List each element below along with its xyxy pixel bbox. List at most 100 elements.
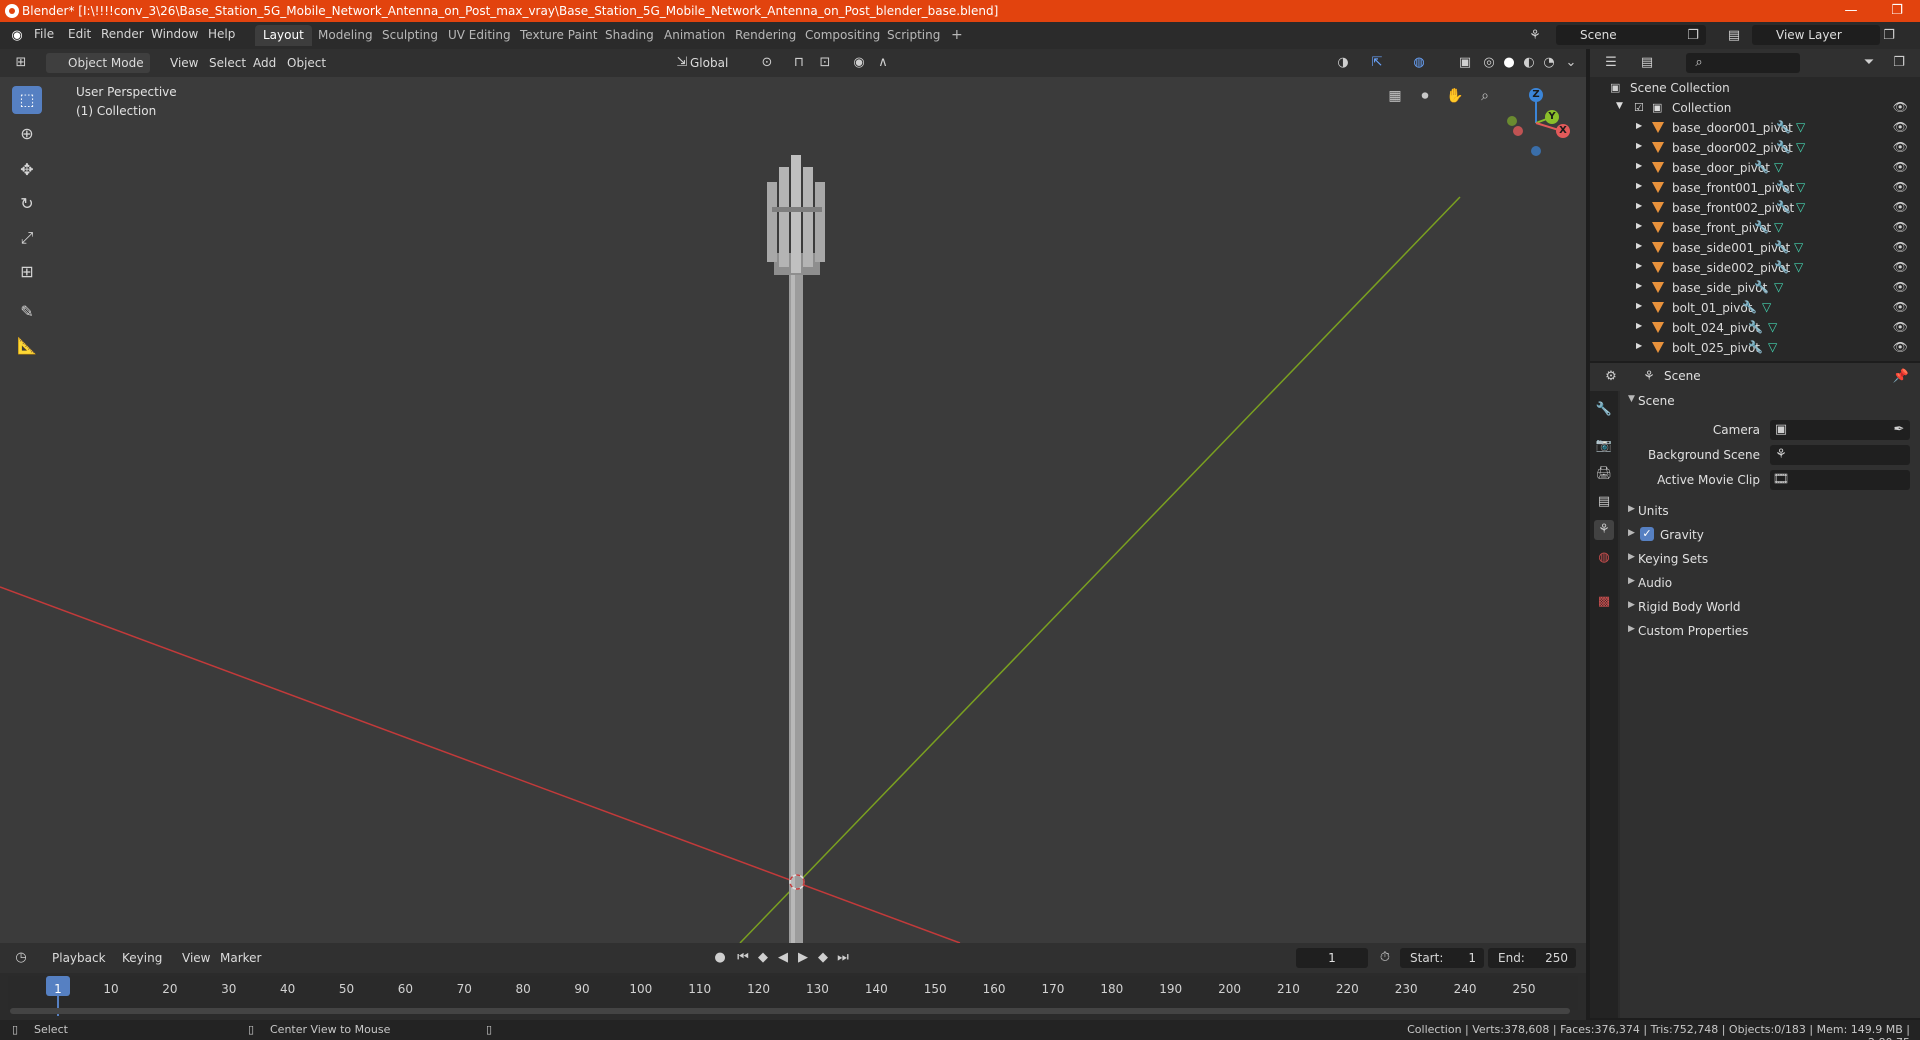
mesh-data-icon[interactable]: ▽ xyxy=(1774,160,1783,174)
eye-icon[interactable]: 👁 xyxy=(1893,180,1908,194)
clock-icon[interactable]: ⏱ xyxy=(1376,949,1394,967)
jump-start-icon[interactable]: ⏮ xyxy=(734,949,752,967)
eye-icon[interactable]: 👁 xyxy=(1893,160,1908,174)
shading-options-icon[interactable]: ⌄ xyxy=(1562,54,1580,72)
outliner-item[interactable]: ▶ base_door001_pivot 🔧 ▽ 👁 xyxy=(1590,118,1920,138)
expand-icon[interactable]: ▶ xyxy=(1636,261,1642,270)
menu-help[interactable]: Help xyxy=(208,27,235,41)
eye-icon[interactable]: 👁 xyxy=(1893,240,1908,254)
maximize-button[interactable]: ❐ xyxy=(1874,0,1920,22)
eye-icon[interactable]: 👁 xyxy=(1893,220,1908,234)
tab-modeling[interactable]: Modeling xyxy=(310,25,381,46)
select-menu[interactable]: Select xyxy=(203,53,252,73)
expand-icon[interactable]: ▶ xyxy=(1636,321,1642,330)
eye-icon[interactable]: 👁 xyxy=(1893,200,1908,214)
eye-icon[interactable]: 👁 xyxy=(1893,300,1908,314)
gravity-checkbox[interactable]: ✓ xyxy=(1640,527,1654,541)
outliner-item[interactable]: ▶ base_door002_pivot 🔧 ▽ 👁 xyxy=(1590,138,1920,158)
gizmo-neg-x[interactable] xyxy=(1513,126,1523,136)
scene-panel-header[interactable]: ▼ Scene xyxy=(1620,390,1920,412)
pin-icon[interactable]: 📌 xyxy=(1892,368,1910,386)
world-tab-icon[interactable]: ◍ xyxy=(1594,548,1614,568)
mesh-data-icon[interactable]: ▽ xyxy=(1794,240,1803,254)
filter-icon[interactable]: ⏷ xyxy=(1860,54,1878,72)
outliner-item[interactable]: ▶ base_side_pivot 🔧 ▽ 👁 xyxy=(1590,278,1920,298)
gizmo-neg-y[interactable] xyxy=(1507,116,1517,126)
eye-icon[interactable]: 👁 xyxy=(1893,340,1908,354)
tab-rendering[interactable]: Rendering xyxy=(727,25,804,46)
zoom-view-icon[interactable]: ⌕ xyxy=(1472,83,1498,109)
view-menu[interactable]: View xyxy=(164,53,204,73)
output-tab-icon[interactable]: 🖨 xyxy=(1594,464,1614,484)
rigid-body-world-panel[interactable]: ▶ Rigid Body World xyxy=(1620,596,1920,618)
marker-menu[interactable]: Marker xyxy=(214,948,267,968)
tab-texture-paint[interactable]: Texture Paint xyxy=(512,25,605,46)
minimize-button[interactable]: — xyxy=(1828,0,1874,22)
overlay-icon[interactable]: ◍ xyxy=(1410,54,1428,72)
move-tool-icon[interactable]: ✥ xyxy=(12,156,42,184)
expand-icon[interactable]: ▶ xyxy=(1636,161,1642,170)
modifier-icon[interactable]: 🔧 xyxy=(1754,220,1769,234)
mesh-data-icon[interactable]: ▽ xyxy=(1762,300,1771,314)
gizmo-neg-z[interactable] xyxy=(1531,146,1541,156)
timeline-editor-type-icon[interactable]: ◷ xyxy=(12,949,30,967)
background-scene-field[interactable] xyxy=(1770,445,1910,465)
outliner-item[interactable]: ▶ base_side002_pivot 🔧 ▽ 👁 xyxy=(1590,258,1920,278)
measure-tool-icon[interactable]: 📐 xyxy=(12,332,42,360)
cursor-tool-icon[interactable]: ⊕ xyxy=(12,120,42,148)
camera-view-icon[interactable]: ⏺ xyxy=(1412,83,1438,109)
timeline-scrollbar[interactable] xyxy=(10,1008,1570,1014)
expand-icon[interactable]: ▶ xyxy=(1636,181,1642,190)
outliner-item[interactable]: ▶ base_side001_pivot 🔧 ▽ 👁 xyxy=(1590,238,1920,258)
scale-tool-icon[interactable]: ⤢ xyxy=(12,224,42,252)
object-menu[interactable]: Object xyxy=(281,53,332,73)
modifier-icon[interactable]: 🔧 xyxy=(1754,280,1769,294)
tab-shading[interactable]: Shading xyxy=(597,25,662,46)
new-scene-icon[interactable]: ❐ xyxy=(1684,27,1702,45)
record-icon[interactable]: ● xyxy=(711,949,729,967)
modifier-icon[interactable]: 🔧 xyxy=(1776,140,1791,154)
mesh-data-icon[interactable]: ▽ xyxy=(1796,200,1805,214)
add-menu[interactable]: Add xyxy=(247,53,282,73)
playback-menu[interactable]: Playback xyxy=(46,948,112,968)
editor-type-icon[interactable]: ⊞ xyxy=(12,54,30,72)
xray-icon[interactable]: ▣ xyxy=(1456,54,1474,72)
solid-shading-icon[interactable]: ● xyxy=(1500,54,1518,72)
outliner-item[interactable]: ▶ base_front002_pivot 🔧 ▽ 👁 xyxy=(1590,198,1920,218)
material-shading-icon[interactable]: ◐ xyxy=(1520,54,1538,72)
tab-layout[interactable]: Layout xyxy=(255,25,312,46)
menu-window[interactable]: Window xyxy=(151,27,198,41)
3d-viewport[interactable]: User Perspective (1) Collection ▦ ⏺ ✋ ⌕ … xyxy=(0,77,1586,943)
scene-tab-icon[interactable]: ⚘ xyxy=(1594,520,1614,540)
gizmo-z-icon[interactable]: Z xyxy=(1529,88,1543,102)
mesh-data-icon[interactable]: ▽ xyxy=(1796,140,1805,154)
modifier-icon[interactable]: 🔧 xyxy=(1754,160,1769,174)
expand-icon[interactable]: ▶ xyxy=(1636,141,1642,150)
prev-keyframe-icon[interactable]: ◆ xyxy=(754,949,772,967)
object-mode-dropdown[interactable]: Object Mode xyxy=(46,53,150,73)
keying-sets-panel[interactable]: ▶ Keying Sets xyxy=(1620,548,1920,570)
display-mode-icon[interactable]: ▤ xyxy=(1638,54,1656,72)
blender-menu-icon[interactable]: ◉ xyxy=(8,27,26,45)
visibility-icon[interactable]: ◑ xyxy=(1334,54,1352,72)
proportional-edit-icon[interactable]: ◉ xyxy=(850,54,868,72)
outliner-item[interactable]: ▶ bolt_01_pivot 🔧 ▽ 👁 xyxy=(1590,298,1920,318)
menu-file[interactable]: File xyxy=(34,27,54,41)
play-reverse-icon[interactable]: ◀ xyxy=(774,949,792,967)
audio-panel[interactable]: ▶ Audio xyxy=(1620,572,1920,594)
view-layer-selector[interactable]: View Layer xyxy=(1752,25,1880,45)
timeline-view-menu[interactable]: View xyxy=(176,948,216,968)
modifier-icon[interactable]: 🔧 xyxy=(1748,340,1763,354)
outliner-item[interactable]: ▶ bolt_025_pivot 🔧 ▽ 👁 xyxy=(1590,338,1920,358)
rotate-tool-icon[interactable]: ↻ xyxy=(12,190,42,218)
eye-icon[interactable]: 👁 xyxy=(1893,260,1908,274)
mesh-data-icon[interactable]: ▽ xyxy=(1796,120,1805,134)
outliner-editor-type-icon[interactable]: ☰ xyxy=(1602,54,1620,72)
outliner-collection[interactable]: ▼ ☑ ▣ Collection 👁 xyxy=(1590,98,1920,118)
properties-editor-type-icon[interactable]: ⚙ xyxy=(1602,368,1620,386)
outliner-scene-collection[interactable]: ▣ Scene Collection xyxy=(1590,78,1920,98)
keying-menu[interactable]: Keying xyxy=(116,948,168,968)
eye-icon[interactable]: 👁 xyxy=(1893,140,1908,154)
expand-icon[interactable]: ▶ xyxy=(1636,341,1642,350)
current-frame-field[interactable]: 1 xyxy=(1296,948,1368,968)
